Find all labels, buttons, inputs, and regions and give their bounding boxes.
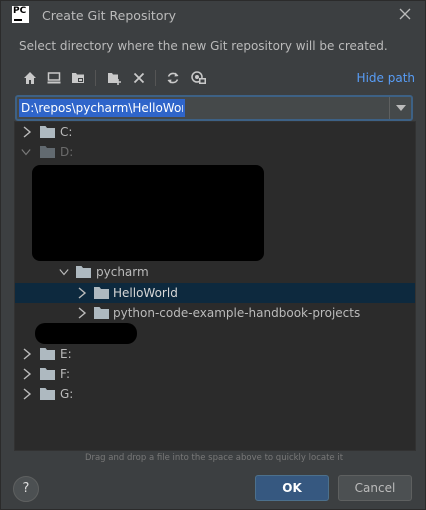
desktop-button[interactable]	[45, 69, 63, 87]
chevron-down-icon	[395, 105, 406, 111]
chevron-right-icon[interactable]	[77, 287, 87, 299]
redacted-area	[35, 323, 137, 344]
home-icon	[24, 72, 36, 84]
folder-icon	[94, 307, 109, 319]
chevron-right-icon[interactable]	[22, 126, 32, 138]
cancel-button[interactable]: Cancel	[338, 475, 412, 501]
tree-node-helloworld[interactable]: HelloWorld	[15, 283, 415, 303]
tree-node-label: F:	[60, 367, 71, 381]
new-folder-button[interactable]	[105, 69, 123, 87]
ok-button[interactable]: OK	[255, 475, 329, 501]
dialog-window: PC Create Git Repository Select director…	[0, 0, 426, 510]
directory-tree[interactable]: C: D: pycharm HelloWorld python-code-exa…	[14, 121, 416, 451]
tree-node-label: python-code-example-handbook-projects	[113, 306, 361, 320]
folder-icon	[40, 388, 55, 400]
path-combobox[interactable]	[15, 95, 413, 121]
chevron-right-icon[interactable]	[77, 307, 87, 319]
delete-icon	[133, 72, 145, 84]
folder-icon	[40, 368, 55, 380]
chevron-down-icon[interactable]	[21, 146, 31, 158]
tree-node-label: E:	[60, 347, 72, 361]
drag-drop-hint: Drag and drop a file into the space abov…	[84, 453, 344, 463]
refresh-icon	[167, 72, 179, 84]
delete-button[interactable]	[130, 69, 148, 87]
desktop-icon	[47, 72, 61, 84]
home-button[interactable]	[21, 69, 39, 87]
path-input[interactable]	[19, 99, 185, 117]
project-folder-icon	[72, 73, 84, 83]
folder-icon	[40, 348, 55, 360]
tree-node-c[interactable]: C:	[15, 122, 415, 142]
help-icon: ?	[22, 481, 30, 496]
dialog-description: Select directory where the new Git repos…	[19, 39, 388, 53]
help-button[interactable]: ?	[13, 476, 39, 502]
show-hidden-files-button[interactable]	[190, 69, 208, 87]
tree-node-handbook-projects[interactable]: python-code-example-handbook-projects	[15, 303, 415, 323]
close-icon	[399, 8, 411, 20]
tree-node-d[interactable]: D:	[15, 142, 415, 162]
tree-node-f[interactable]: F:	[15, 364, 415, 384]
project-folder-button[interactable]	[69, 69, 87, 87]
close-button[interactable]	[397, 7, 413, 23]
tree-node-pycharm[interactable]: pycharm	[15, 262, 415, 282]
toolbar-separator	[155, 70, 156, 86]
folder-icon	[94, 287, 109, 299]
chevron-right-icon[interactable]	[22, 388, 32, 400]
refresh-button[interactable]	[164, 69, 182, 87]
tree-node-label: G:	[60, 387, 74, 401]
folder-icon	[40, 146, 55, 158]
folder-icon	[76, 266, 91, 278]
chevron-right-icon[interactable]	[22, 368, 32, 380]
path-dropdown-button[interactable]	[389, 97, 411, 119]
tree-node-label: pycharm	[96, 265, 149, 279]
show-hidden-icon	[191, 71, 206, 84]
chevron-right-icon[interactable]	[22, 348, 32, 360]
folder-icon	[40, 126, 55, 138]
tree-node-e[interactable]: E:	[15, 344, 415, 364]
hide-path-link[interactable]: Hide path	[357, 71, 415, 85]
tree-node-g[interactable]: G:	[15, 384, 415, 404]
title-bar: PC Create Git Repository	[1, 1, 425, 31]
tree-node-label: HelloWorld	[113, 286, 178, 300]
tree-node-label: C:	[60, 125, 73, 139]
dialog-title: Create Git Repository	[42, 8, 177, 23]
file-chooser-toolbar: Hide path	[19, 67, 415, 89]
new-folder-icon	[108, 73, 121, 85]
pycharm-logo-icon: PC	[12, 6, 29, 23]
chevron-down-icon[interactable]	[59, 266, 69, 278]
tree-node-label: D:	[60, 145, 74, 159]
toolbar-separator	[95, 70, 96, 86]
redacted-area	[32, 165, 264, 261]
